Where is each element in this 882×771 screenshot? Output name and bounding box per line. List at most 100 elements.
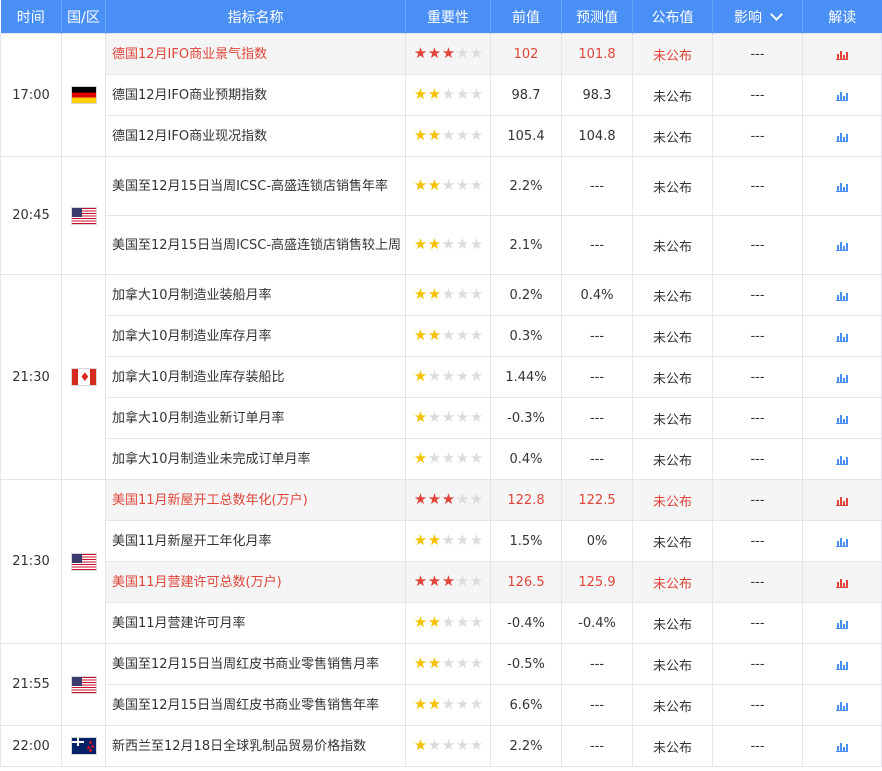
interpret-cell[interactable] — [802, 397, 882, 439]
bar-chart-icon[interactable] — [836, 290, 848, 301]
indicator-name[interactable]: 德国12月IFO商业现况指数 — [105, 115, 406, 157]
indicator-name[interactable]: 德国12月IFO商业预期指数 — [105, 74, 406, 116]
bar-chart-icon[interactable] — [836, 331, 848, 342]
event-time: 17:00 — [0, 33, 62, 157]
bar-chart-icon[interactable] — [836, 700, 848, 711]
star-empty-icon: ★ — [455, 326, 469, 344]
star-filled-icon: ★ — [427, 44, 441, 62]
star-empty-icon: ★ — [469, 613, 483, 631]
star-empty-icon: ★ — [455, 85, 469, 103]
indicator-name[interactable]: 美国11月营建许可总数(万户) — [105, 561, 406, 603]
importance-stars: ★ ★ ★ ★ ★ — [405, 156, 491, 216]
star-filled-icon: ★ — [441, 572, 455, 590]
interpret-cell[interactable] — [802, 115, 882, 157]
forecast-value: 0% — [561, 520, 633, 562]
impact-value: --- — [712, 33, 803, 75]
published-value: 未公布 — [632, 215, 713, 275]
published-value: 未公布 — [632, 156, 713, 216]
importance-stars: ★ ★ ★ ★ ★ — [405, 274, 491, 316]
indicator-name[interactable]: 加拿大10月制造业未完成订单月率 — [105, 438, 406, 480]
previous-value: 0.3% — [490, 315, 562, 357]
star-filled-icon: ★ — [427, 126, 441, 144]
forecast-value: --- — [561, 215, 633, 275]
bar-chart-icon[interactable] — [836, 454, 848, 465]
interpret-cell[interactable] — [802, 725, 882, 767]
interpret-cell[interactable] — [802, 520, 882, 562]
interpret-cell[interactable] — [802, 643, 882, 685]
bar-chart-icon[interactable] — [836, 240, 848, 251]
bar-chart-icon[interactable] — [836, 495, 848, 506]
table-row: 22:00 新西兰至12月18日全球乳制品贸易价格指数 ★ ★ ★ ★ ★ 2.2% --- 未公… — [0, 725, 882, 767]
star-filled-icon: ★ — [427, 613, 441, 631]
star-rating: ★ ★ ★ ★ ★ — [413, 410, 483, 425]
bar-chart-icon[interactable] — [836, 577, 848, 588]
importance-stars: ★ ★ ★ ★ ★ — [405, 356, 491, 398]
interpret-cell[interactable] — [802, 561, 882, 603]
table-row: 美国至12月15日当周ICSC-高盛连锁店销售较上周 ★ ★ ★ ★ ★ 2.1% --- 未公… — [1, 215, 882, 275]
star-empty-icon: ★ — [427, 367, 441, 385]
bar-chart-icon[interactable] — [836, 536, 848, 547]
indicator-name[interactable]: 美国11月营建许可月率 — [105, 602, 406, 644]
star-filled-icon: ★ — [413, 44, 427, 62]
indicator-name[interactable]: 美国至12月15日当周ICSC-高盛连锁店销售年率 — [105, 156, 406, 216]
interpret-cell[interactable] — [802, 215, 882, 275]
indicator-name[interactable]: 加拿大10月制造业库存月率 — [105, 315, 406, 357]
bar-chart-icon[interactable] — [836, 90, 848, 101]
interpret-cell[interactable] — [802, 438, 882, 480]
star-empty-icon: ★ — [469, 654, 483, 672]
header-impact-dropdown[interactable]: 影响 — [712, 0, 803, 34]
ca-flag-icon — [71, 369, 96, 385]
interpret-cell[interactable] — [802, 479, 882, 521]
table-row: 美国11月营建许可月率 ★ ★ ★ ★ ★ -0.4% -0.4% 未公布 --- — [1, 602, 882, 644]
star-empty-icon: ★ — [441, 85, 455, 103]
star-empty-icon: ★ — [469, 85, 483, 103]
interpret-cell[interactable] — [802, 315, 882, 357]
bar-chart-icon[interactable] — [836, 49, 848, 60]
star-rating: ★ ★ ★ ★ ★ — [413, 328, 483, 343]
interpret-cell[interactable] — [802, 356, 882, 398]
bar-chart-icon[interactable] — [836, 741, 848, 752]
published-value: 未公布 — [632, 315, 713, 357]
forecast-value: 122.5 — [561, 479, 633, 521]
interpret-cell[interactable] — [802, 274, 882, 316]
star-rating: ★ ★ ★ ★ ★ — [413, 533, 483, 548]
interpret-cell[interactable] — [802, 156, 882, 216]
star-rating: ★ ★ ★ ★ ★ — [413, 87, 483, 102]
indicator-name[interactable]: 加拿大10月制造业库存装船比 — [105, 356, 406, 398]
region-cell — [61, 274, 106, 480]
previous-value: 1.44% — [490, 356, 562, 398]
interpret-cell[interactable] — [802, 602, 882, 644]
bar-chart-icon[interactable] — [836, 659, 848, 670]
importance-stars: ★ ★ ★ ★ ★ — [405, 684, 491, 726]
table-row: 美国至12月15日当周红皮书商业零售销售年率 ★ ★ ★ ★ ★ 6.6% --- 未公布 --- — [1, 684, 882, 726]
table-row: 21:55 美国至12月15日当周红皮书商业零售销售月率 ★ ★ ★ ★ ★ -0.5% ---… — [0, 643, 882, 726]
indicator-name[interactable]: 加拿大10月制造业新订单月率 — [105, 397, 406, 439]
bar-chart-icon[interactable] — [836, 131, 848, 142]
bar-chart-icon[interactable] — [836, 618, 848, 629]
star-empty-icon: ★ — [455, 126, 469, 144]
indicator-name[interactable]: 美国至12月15日当周ICSC-高盛连锁店销售较上周 — [105, 215, 406, 275]
star-filled-icon: ★ — [413, 85, 427, 103]
interpret-cell[interactable] — [802, 74, 882, 116]
star-empty-icon: ★ — [441, 736, 455, 754]
previous-value: 0.4% — [490, 438, 562, 480]
indicator-name[interactable]: 美国11月新屋开工总数年化(万户) — [105, 479, 406, 521]
bar-chart-icon[interactable] — [836, 372, 848, 383]
impact-value: --- — [712, 561, 803, 603]
bar-chart-icon[interactable] — [836, 181, 848, 192]
impact-value: --- — [712, 397, 803, 439]
indicator-name[interactable]: 加拿大10月制造业装船月率 — [105, 274, 406, 316]
indicator-name[interactable]: 美国至12月15日当周红皮书商业零售销售年率 — [105, 684, 406, 726]
event-time: 20:45 — [0, 156, 62, 275]
indicator-name[interactable]: 德国12月IFO商业景气指数 — [105, 33, 406, 75]
indicator-name[interactable]: 美国至12月15日当周红皮书商业零售销售月率 — [105, 643, 406, 685]
interpret-cell[interactable] — [802, 684, 882, 726]
indicator-name[interactable]: 新西兰至12月18日全球乳制品贸易价格指数 — [105, 725, 406, 767]
importance-stars: ★ ★ ★ ★ ★ — [405, 643, 491, 685]
indicator-name[interactable]: 美国11月新屋开工年化月率 — [105, 520, 406, 562]
interpret-cell[interactable] — [802, 33, 882, 75]
star-empty-icon: ★ — [469, 695, 483, 713]
bar-chart-icon[interactable] — [836, 413, 848, 424]
star-empty-icon: ★ — [441, 367, 455, 385]
header-published: 公布值 — [632, 0, 713, 34]
